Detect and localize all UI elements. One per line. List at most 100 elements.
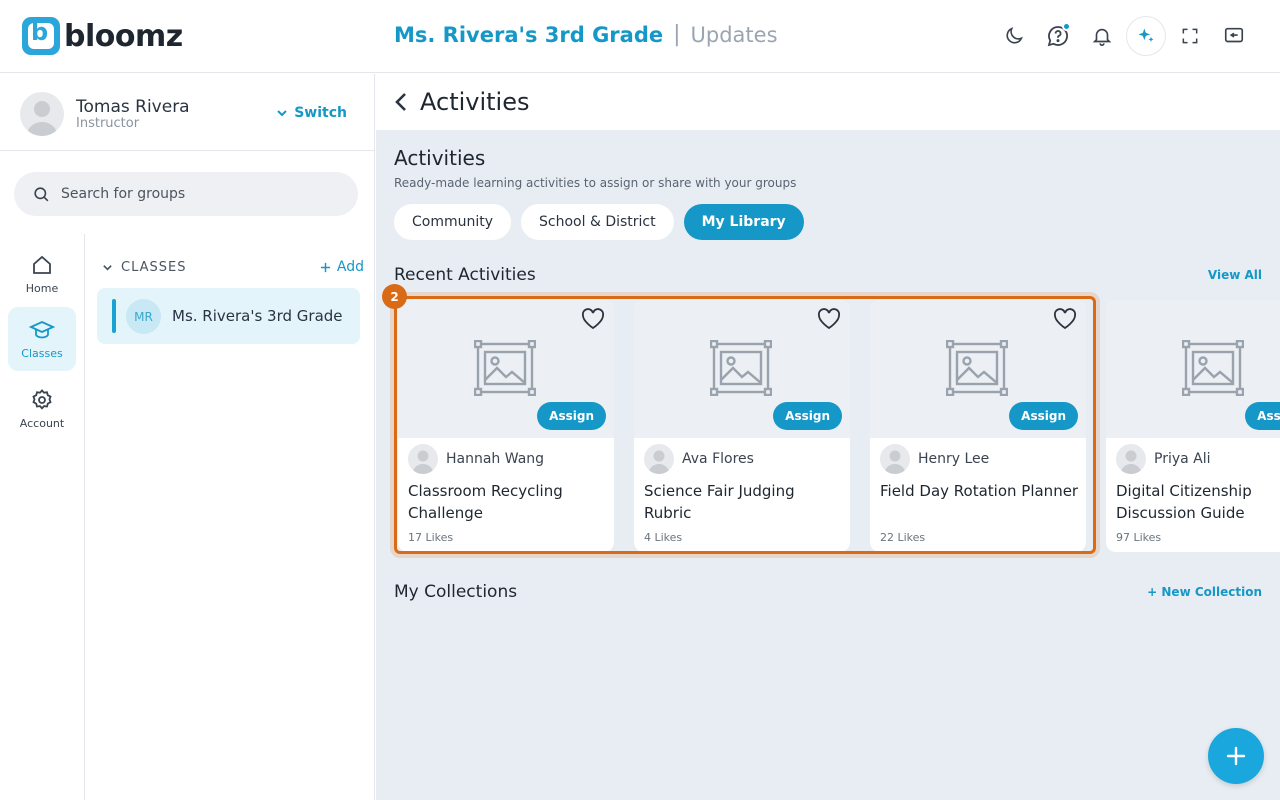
search-input[interactable] [61,186,321,202]
card-title: Field Day Rotation Planner [880,482,1079,500]
card-author: Priya Ali [1116,444,1211,474]
assign-button[interactable]: Assign [1009,402,1078,430]
help-chat-icon[interactable] [1038,16,1078,56]
assign-button[interactable]: Assign [1245,402,1280,430]
nav-rail: Home Classes Account [0,234,85,800]
tab-school-district[interactable]: School & District [521,204,674,240]
avatar [644,444,674,474]
search-icon [34,186,49,201]
card-title: Classroom Recycling Challenge [408,482,563,522]
logo-mark: b [22,17,60,55]
chevron-down-icon [277,110,287,117]
gear-icon [32,389,52,410]
image-placeholder-icon [710,340,772,396]
chevron-down-icon [103,264,112,271]
card-likes: 97 Likes [1116,531,1162,544]
user-name: Tomas Rivera [76,97,190,117]
nav-classes[interactable]: Classes [8,307,76,371]
assign-button[interactable]: Assign [773,402,842,430]
nav-classes-label: Classes [21,347,63,360]
header-section: Updates [690,22,778,47]
graduation-cap-icon [29,321,55,339]
add-label: Add [336,259,364,275]
add-class-button[interactable]: Add [320,259,364,275]
author-name: Priya Ali [1154,451,1211,467]
nav-home[interactable]: Home [8,242,76,306]
fullscreen-icon[interactable] [1170,16,1210,56]
tab-my-library[interactable]: My Library [683,204,804,240]
library-tabs: Community School & District My Library [394,204,804,240]
top-bar: b bloomz Ms. Rivera's 3rd Grade | Update… [0,0,1280,73]
card-thumbnail: Assign [634,300,850,438]
author-name: Henry Lee [918,451,990,467]
header-class-name[interactable]: Ms. Rivera's 3rd Grade [394,23,663,47]
group-search[interactable] [14,172,358,216]
class-item[interactable]: MR Ms. Rivera's 3rd Grade [97,288,360,344]
plus-icon [1226,746,1246,766]
activity-card[interactable]: Assign Priya Ali Digital Citizenship Dis… [1106,300,1280,552]
step-badge: 2 [382,284,407,309]
logo-text: bloomz [64,18,183,54]
section-description: Ready-made learning activities to assign… [394,176,797,190]
avatar [880,444,910,474]
main-header: Activities [376,74,1280,130]
section-title: Activities [394,146,486,170]
collapse-panel-icon[interactable] [1214,16,1254,56]
classes-label: CLASSES [121,259,187,275]
user-role: Instructor [76,116,140,131]
card-author: Henry Lee [880,444,989,474]
avatar[interactable] [20,92,64,136]
notification-dot [1062,22,1071,31]
class-avatar: MR [126,299,161,334]
page-title: Activities [420,88,530,116]
assign-button[interactable]: Assign [537,402,606,430]
left-panel: Tomas Rivera Instructor Switch Home Clas… [0,74,375,800]
header-separator: | [673,22,681,47]
card-thumbnail: Assign [1106,300,1280,438]
recent-activities-title: Recent Activities [394,265,536,285]
switch-label: Switch [294,105,347,121]
tab-community[interactable]: Community [394,204,512,240]
avatar [408,444,438,474]
view-all-link[interactable]: View All [1208,268,1262,282]
author-name: Ava Flores [682,451,754,467]
card-title: Science Fair Judging Rubric [644,482,795,522]
my-collections-title: My Collections [394,582,518,602]
classes-header: CLASSES Add [102,259,364,275]
main-content: Activities Activities Ready-made learnin… [376,74,1280,800]
classes-toggle[interactable]: CLASSES [102,260,186,275]
image-placeholder-icon [1182,340,1244,396]
avatar [1116,444,1146,474]
bloomz-logo[interactable]: b bloomz [22,16,183,56]
heart-icon[interactable] [1052,306,1078,332]
card-title: Digital Citizenship Discussion Guide [1116,482,1252,522]
ai-sparkle-icon[interactable] [1126,16,1166,56]
new-collection-link[interactable]: + New Collection [1147,585,1262,599]
plus-icon [320,262,330,272]
create-fab-button[interactable] [1208,728,1264,784]
card-thumbnail: Assign [398,300,614,438]
nav-account-label: Account [19,417,65,430]
heart-icon[interactable] [816,306,842,332]
recent-activities-carousel: Assign Hannah Wang Classroom Recycling C… [394,298,1280,556]
home-icon [33,255,51,274]
card-author: Hannah Wang [408,444,544,474]
activity-card[interactable]: Assign Ava Flores Science Fair Judging R… [634,300,850,552]
nav-home-label: Home [25,282,59,295]
chevron-left-icon [395,93,406,111]
moon-icon[interactable] [994,16,1034,56]
heart-icon[interactable] [580,306,606,332]
nav-account[interactable]: Account [8,377,76,441]
page-heading: Ms. Rivera's 3rd Grade | Updates [394,22,778,47]
card-thumbnail: Assign [870,300,1086,438]
active-indicator [112,299,116,333]
bell-icon[interactable] [1082,16,1122,56]
card-likes: 4 Likes [644,531,683,544]
activity-card[interactable]: Assign Hannah Wang Classroom Recycling C… [398,300,614,552]
card-likes: 22 Likes [880,531,926,544]
user-profile: Tomas Rivera Instructor Switch [0,74,374,151]
activity-card[interactable]: Assign Henry Lee Field Day Rotation Plan… [870,300,1086,552]
back-button[interactable] [388,88,416,116]
class-item-label: Ms. Rivera's 3rd Grade [172,307,343,325]
switch-account-button[interactable]: Switch [276,105,347,121]
